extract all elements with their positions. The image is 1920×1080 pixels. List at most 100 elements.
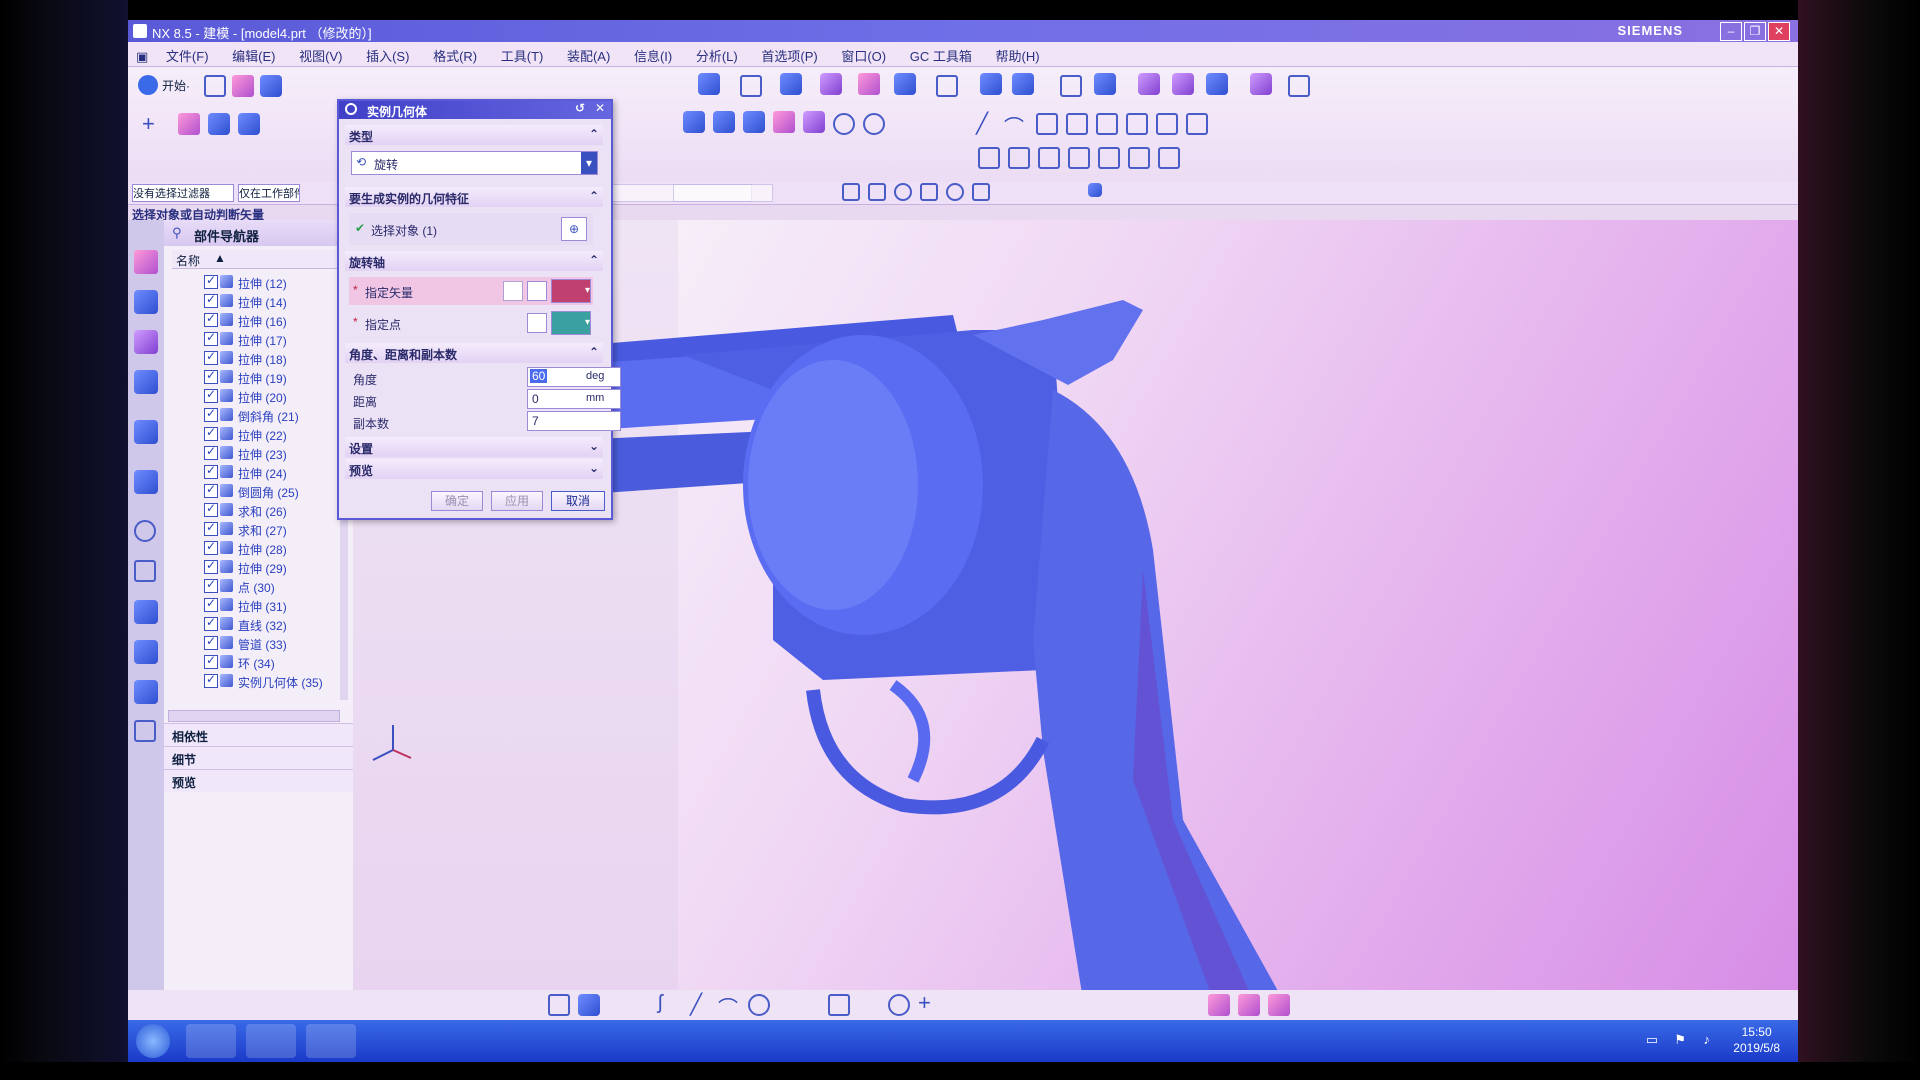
manufacturing-wizard-icon[interactable] (134, 640, 158, 664)
menu-information[interactable]: 信息(I) (624, 42, 682, 65)
tree-row[interactable]: 实例几何体 (35) (204, 671, 344, 691)
feature-icon-5[interactable] (803, 111, 825, 133)
extrude-icon[interactable] (208, 113, 230, 135)
deviation-icon[interactable] (1206, 73, 1228, 95)
windows-start-icon[interactable] (136, 1024, 170, 1058)
visibility-checkbox[interactable] (204, 311, 218, 327)
dialog-close-icon[interactable]: ✕ (595, 101, 605, 115)
sketch-name-icon[interactable] (578, 994, 600, 1016)
visibility-checkbox[interactable] (204, 292, 218, 308)
tree-row[interactable]: 拉伸 (14) (204, 291, 344, 311)
curve-analysis-icon[interactable] (1172, 73, 1194, 95)
type-section-header[interactable]: 类型 ⌃ (345, 125, 603, 145)
reuse-library-icon[interactable] (134, 370, 158, 394)
curve-edit-icon[interactable] (1036, 113, 1058, 135)
taskbar-nx-icon[interactable] (186, 1024, 236, 1058)
plus-icon[interactable]: + (918, 990, 931, 1016)
specify-vector-row[interactable]: * 指定矢量 ▾ (349, 277, 593, 305)
snap-quadrant-icon[interactable] (946, 183, 964, 201)
project-curve-icon[interactable] (1096, 113, 1118, 135)
menu-window[interactable]: 窗口(O) (831, 42, 896, 65)
type-dropdown[interactable]: ⟲ 旋转 ▾ (351, 151, 598, 175)
visibility-checkbox[interactable] (204, 520, 218, 536)
surface-icon-4[interactable] (1068, 147, 1090, 169)
crosshair-select-icon[interactable]: ⊕ (561, 217, 587, 241)
tray-volume-icon[interactable]: ♪ (1704, 1032, 1711, 1047)
visibility-checkbox[interactable] (204, 463, 218, 479)
feature-icon-7[interactable] (863, 113, 885, 135)
tree-row[interactable]: 倒圆角 (25) (204, 481, 344, 501)
section-icon[interactable] (1012, 73, 1034, 95)
angle-section-header[interactable]: 角度、距离和副本数 ⌃ (345, 343, 603, 363)
point-tool-icon[interactable] (888, 994, 910, 1016)
menu-view[interactable]: 视图(V) (289, 42, 352, 65)
dimension-icon[interactable] (1288, 75, 1310, 97)
tree-row[interactable]: 直线 (32) (204, 614, 344, 634)
visibility-checkbox[interactable] (204, 425, 218, 441)
pin-icon[interactable]: ⚲ (172, 225, 182, 241)
ok-button[interactable]: 确定 (431, 491, 483, 511)
analysis-icon[interactable] (1138, 73, 1160, 95)
rectangle-tool-icon[interactable] (828, 994, 850, 1016)
web-browser-icon[interactable] (134, 470, 158, 494)
visibility-checkbox[interactable] (204, 368, 218, 384)
shade-icon[interactable] (780, 73, 802, 95)
visibility-checkbox[interactable] (204, 444, 218, 460)
select-object-row[interactable]: ✔ 选择对象 (1) ⊕ (349, 213, 593, 245)
snap-intersection-icon[interactable] (972, 183, 990, 201)
sketch-finish-icon[interactable] (548, 994, 570, 1016)
reset-icon[interactable]: ↺ (575, 101, 585, 115)
trim-curve-icon[interactable] (1186, 113, 1208, 135)
visibility-checkbox[interactable] (204, 596, 218, 612)
taskbar-explorer-icon[interactable] (306, 1024, 356, 1058)
hd3d-tools-icon[interactable] (134, 420, 158, 444)
settings-section-header[interactable]: 设置 ⌄ (345, 437, 603, 457)
tree-row[interactable]: 拉伸 (24) (204, 462, 344, 482)
paint-icon[interactable] (858, 73, 880, 95)
tree-row[interactable]: 拉伸 (22) (204, 424, 344, 444)
tree-row[interactable]: 求和 (26) (204, 500, 344, 520)
start-icon[interactable] (138, 75, 158, 95)
fit-view-icon[interactable] (936, 75, 958, 97)
feature-icon-1[interactable] (683, 111, 705, 133)
tree-row[interactable]: 拉伸 (16) (204, 310, 344, 330)
auto-constraint-icon[interactable] (1238, 994, 1260, 1016)
tree-row[interactable]: 拉伸 (29) (204, 557, 344, 577)
visibility-checkbox[interactable] (204, 615, 218, 631)
distance-input[interactable]: 0 mm (527, 389, 621, 409)
constraint-navigator-icon[interactable] (134, 290, 158, 314)
line-tool-icon[interactable]: ╱ (690, 992, 702, 1017)
tree-row[interactable]: 拉伸 (20) (204, 386, 344, 406)
snap-center-icon[interactable] (894, 183, 912, 201)
layer-icon[interactable] (1060, 75, 1082, 97)
snap-endpoint-icon[interactable] (842, 183, 860, 201)
bridge-curve-icon[interactable] (1126, 113, 1148, 135)
preview-section-header[interactable]: 预览 ⌄ (345, 459, 603, 479)
tree-row[interactable]: 点 (30) (204, 576, 344, 596)
snap-point-icon[interactable] (920, 183, 938, 201)
point-dialog-icon[interactable] (527, 313, 547, 333)
show-constraints-icon[interactable] (1268, 994, 1290, 1016)
menu-help[interactable]: 帮助(H) (985, 42, 1049, 65)
perspective-icon[interactable] (980, 73, 1002, 95)
circle-tool-icon[interactable] (748, 994, 770, 1016)
visibility-checkbox[interactable] (204, 273, 218, 289)
profile-icon[interactable]: ʃ (658, 992, 662, 1015)
tree-row[interactable]: 拉伸 (31) (204, 595, 344, 615)
assembly-navigator-icon[interactable] (134, 250, 158, 274)
add-icon[interactable]: + (142, 111, 155, 137)
measure-icon[interactable] (1094, 73, 1116, 95)
roles-icon[interactable] (134, 680, 158, 704)
surface-icon-6[interactable] (1128, 147, 1150, 169)
tree-row[interactable]: 拉伸 (12) (204, 272, 344, 292)
cancel-button[interactable]: 取消 (551, 491, 605, 511)
surface-icon-5[interactable] (1098, 147, 1120, 169)
tray-network-icon[interactable]: ▭ (1646, 1032, 1658, 1048)
tray-flag-icon[interactable]: ⚑ (1674, 1032, 1686, 1048)
visibility-checkbox[interactable] (204, 634, 218, 650)
tree-row[interactable]: 环 (34) (204, 652, 344, 672)
sketch-icon[interactable] (178, 113, 200, 135)
tree-row[interactable]: 拉伸 (19) (204, 367, 344, 387)
snap-filter-dropdown[interactable] (673, 184, 773, 202)
visibility-checkbox[interactable] (204, 330, 218, 346)
